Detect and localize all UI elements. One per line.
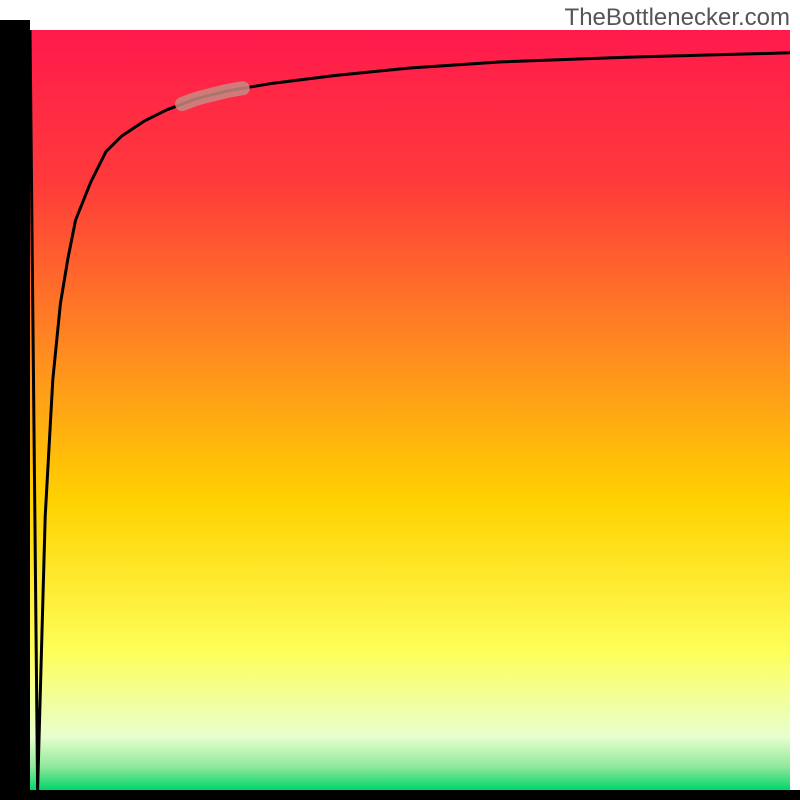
- bottleneck-curve: [30, 30, 790, 790]
- plot-area: [30, 30, 790, 790]
- x-axis-bar: [0, 790, 800, 800]
- bottleneck-chart: TheBottlenecker.com: [0, 0, 800, 800]
- curve-layer: [30, 30, 790, 790]
- watermark-text: TheBottlenecker.com: [565, 4, 790, 32]
- y-axis-bar: [0, 20, 30, 800]
- highlight-segment: [182, 88, 243, 104]
